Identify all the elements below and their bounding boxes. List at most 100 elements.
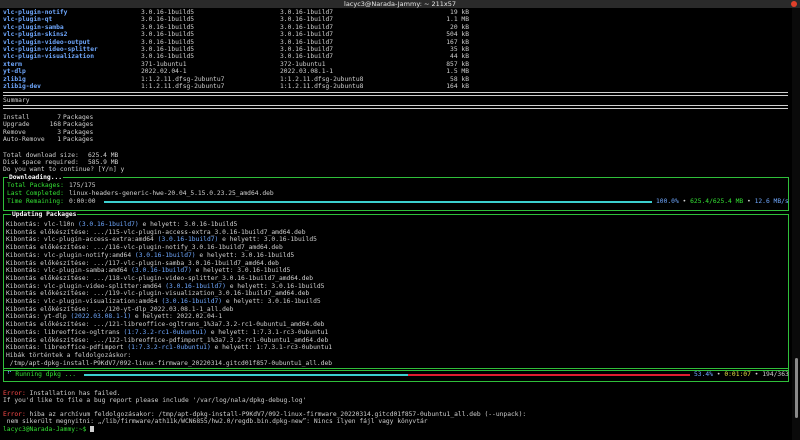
total-packages-label: Total Packages: [7, 182, 64, 189]
log-text: Kibontás: yt-dlp [6, 313, 71, 321]
package-size: 20 kB [450, 23, 469, 31]
time-remaining-value: 0:00:00 [69, 198, 96, 205]
terminal-output[interactable]: vlc-plugin-notify 3.0.16-1build5 3.0.16-1b… [0, 8, 792, 440]
package-size: 58 kB [450, 75, 469, 83]
disk-space-label: Disk space required: [3, 159, 79, 166]
log-text: Kibontás előkészítése: .../120-yt-dlp_20… [6, 305, 234, 313]
dpkg-progress-fill [84, 374, 408, 376]
time-remaining-row: Time Remaining: 0:00:00 [7, 198, 96, 205]
update-log-line: Kibontás: libreoffice-ogltrans (1:7.3.2-… [6, 329, 328, 336]
package-name: yt-dlp [3, 68, 26, 76]
package-new-version: 2022.03.08.1-1 [280, 68, 334, 76]
shell-prompt[interactable]: lacyc3@Narada-Jammy:~$ [3, 426, 95, 433]
scrollbar[interactable] [792, 8, 800, 440]
package-name: zlib1g [3, 75, 26, 83]
update-log-line: Kibontás: vlc-plugin-samba:amd64 (3.0.16… [6, 267, 290, 274]
package-old-version: 3.0.16-1build5 [141, 9, 195, 16]
log-text: /tmp/apt-dpkg-install-P9KdV7/092-linux-f… [6, 359, 333, 367]
package-size: 164 kB [446, 83, 469, 90]
package-new-version: 3.0.16-1build7 [280, 23, 334, 31]
summary-count: 7 [57, 114, 61, 121]
prompt-text: lacyc3@Narada-Jammy:~$ [3, 426, 91, 433]
log-text: Kibontás: vlc-plugin-samba:amd64 [6, 267, 132, 275]
package-old-version: 3.0.16-1build5 [141, 46, 195, 53]
error-label: Error: [3, 411, 26, 418]
download-size-label: Total download size: [3, 152, 79, 159]
summary-label: Auto-Remove [3, 136, 45, 144]
dpkg-percent: 53.4% [694, 371, 713, 378]
dpkg-spinner-icon: ⠋ [7, 371, 12, 378]
update-log-line: Kibontás: vlc-l10n (3.0.16-1build7) e he… [6, 221, 237, 228]
log-text: Kibontás előkészítése: .../119-vlc-plugi… [6, 290, 310, 298]
dpkg-label: Running dpkg ... [15, 371, 77, 378]
summary-label: Upgrade [3, 121, 30, 129]
updating-title: Updating Packages [11, 211, 78, 219]
log-text: e helyett: 1:7.3.1-rc3-0ubuntu1 [206, 328, 329, 336]
package-name: xterm [3, 60, 22, 68]
summary-label: Remove [3, 128, 26, 136]
summary-unit: Packages [63, 136, 94, 144]
log-text: Kibontás: vlc-plugin-visualization:amd64 [6, 298, 162, 305]
update-log-line: Kibontás előkészítése: .../122-libreoffi… [6, 337, 328, 344]
log-version: (1:7.3.2-rc1-0ubuntu1) [123, 328, 207, 336]
log-version: (3.0.16-1build7) [131, 267, 192, 275]
updating-panel: Updating Packages Kibontás: vlc-l10n (3.… [3, 211, 789, 371]
package-name: vlc-plugin-video-output [3, 38, 91, 46]
package-new-version: 372-1ubuntu1 [280, 60, 326, 68]
total-packages-value: 175/175 [69, 182, 96, 189]
download-percent: 100.0% [656, 198, 679, 205]
log-version: (3.0.16-1build7) [134, 251, 196, 259]
package-size: 1.1 MB [446, 16, 469, 24]
package-old-version: 1:1.2.11.dfsg-2ubuntu7 [141, 75, 225, 83]
package-new-version: 1:1.2.11.dfsg-2ubuntu8 [280, 83, 364, 90]
window-title: lacyc3@Narada-Jammy: ~ 211x57 [344, 0, 456, 8]
package-old-version: 3.0.16-1build5 [141, 16, 195, 24]
log-text: e helyett: 3.0.16-1build5 [195, 251, 295, 259]
summary-count: 3 [57, 128, 61, 136]
summary-heading: Summary [3, 97, 30, 104]
summary-unit: Packages [63, 114, 94, 121]
log-text: Kibontás: vlc-plugin-video-splitter:amd6… [6, 282, 166, 290]
log-text: e helyett: 2022.02.04-1 [131, 313, 223, 321]
package-name: zlib1g-dev [3, 83, 41, 90]
error-message: Installation has failed. [25, 390, 121, 397]
scrollbar-thumb[interactable] [795, 358, 798, 418]
log-version: (3.0.16-1build7) [78, 221, 139, 228]
download-progress-fill [104, 201, 652, 203]
package-old-version: 3.0.16-1build5 [141, 31, 195, 39]
error-message: hiba az archívum feldolgozásakor: /tmp/a… [25, 411, 527, 418]
update-log-line: /tmp/apt-dpkg-install-P9KdV7/092-linux-f… [6, 360, 332, 367]
summary-count: 1 [57, 136, 61, 144]
last-completed-label: Last Completed: [7, 190, 64, 197]
error-hint: If you'd like to file a bug report pleas… [3, 397, 307, 404]
update-log-line: Kibontás: vlc-plugin-video-splitter:amd6… [6, 283, 324, 290]
dpkg-stats: 53.4% • 0:01:07 • 194/363 [694, 371, 789, 378]
log-text: Kibontás előkészítése: .../118-vlc-plugi… [6, 274, 314, 282]
log-text: e helyett: 3.0.16-1build5 [191, 267, 291, 275]
downloading-title: Downloading... [8, 174, 64, 182]
package-new-version: 3.0.16-1build7 [280, 31, 334, 39]
total-packages-row: Total Packages: 175/175 [7, 182, 96, 189]
dpkg-elapsed: 0:01:07 [724, 371, 751, 378]
close-icon[interactable] [791, 1, 797, 7]
time-remaining-label: Time Remaining: [7, 198, 64, 205]
package-old-version: 3.0.16-1build5 [141, 53, 195, 61]
update-log-line: Kibontás: vlc-plugin-access-extra:amd64 … [6, 236, 317, 243]
log-version: (2022.03.08.1-1) [70, 313, 132, 321]
log-text: Kibontás: vlc-l10n [6, 221, 79, 228]
package-name: vlc-plugin-visualization [3, 53, 94, 61]
log-version: (3.0.16-1build7) [161, 298, 223, 305]
package-size: 504 kB [446, 31, 469, 39]
last-completed-row: Last Completed: linux-headers-generic-hwe… [7, 190, 274, 197]
package-new-version: 3.0.16-1build7 [280, 38, 334, 46]
package-name: vlc-plugin-skins2 [3, 31, 68, 39]
divider [3, 105, 788, 109]
continue-prompt: Do you want to continue? [Y/n] y [3, 166, 125, 173]
package-new-version: 3.0.16-1build7 [280, 46, 334, 53]
divider [3, 92, 788, 96]
package-new-version: 3.0.16-1build7 [280, 53, 334, 61]
package-size: 44 kB [450, 53, 469, 61]
log-text: Kibontás előkészítése: .../122-libreoffi… [6, 336, 329, 344]
download-amount: 625.4/625.4 MB [690, 198, 744, 205]
dpkg-status: ⠋ Running dpkg ... [7, 371, 76, 378]
